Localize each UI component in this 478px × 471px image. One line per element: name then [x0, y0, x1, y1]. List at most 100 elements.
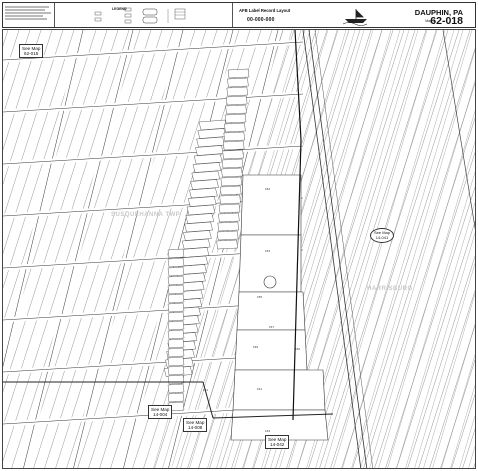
- ship-logo-icon: [341, 6, 371, 26]
- hatch-line: [3, 30, 86, 289]
- parcel-lot: [218, 212, 240, 223]
- hatch-line: [360, 80, 475, 468]
- parcel-lot: [222, 149, 244, 160]
- parcel-lot: [226, 86, 249, 97]
- parcel-lot: [216, 230, 239, 241]
- street-edge: [3, 41, 304, 61]
- parcel-lot: [167, 383, 185, 394]
- parcel-lot: [167, 392, 185, 403]
- parcel-lot: [167, 293, 185, 304]
- hatch-line: [306, 30, 437, 468]
- hatch-line: [33, 30, 174, 468]
- see-map-bottom-center[interactable]: See Map 14-042: [265, 435, 290, 449]
- parcel-lot: [167, 329, 185, 340]
- parcel-lot: [167, 320, 185, 331]
- brand-title: AFB Label Record Layout: [239, 8, 291, 13]
- hatch-line: [3, 30, 31, 116]
- parcel-lot: [224, 122, 246, 133]
- legend-cell: LEGEND: [55, 3, 233, 27]
- hatch-line: [441, 354, 475, 468]
- hatch-line: [315, 30, 446, 468]
- hatch-line: [351, 49, 475, 468]
- parcel-lot: [222, 140, 245, 151]
- hatch-line: [3, 30, 42, 151]
- hatch-line: [3, 30, 9, 47]
- parcel-large: [240, 174, 302, 236]
- parcel-map-canvas: 152 153 155 157 159 161 160 131 163: [3, 30, 475, 468]
- street-edge: [23, 30, 134, 468]
- parcel-lot: [220, 176, 243, 187]
- parcel-lot: [219, 185, 242, 196]
- legend-title: LEGEND: [112, 7, 127, 11]
- map-sheet: LEGEND AFB Label Record Layout 00-000-00…: [0, 0, 478, 471]
- parcel-large: [232, 369, 326, 411]
- parcel-lot: [167, 356, 185, 367]
- parcel-lot: [167, 284, 185, 295]
- disclaimer-text: [3, 3, 54, 23]
- parcel-lot: [167, 266, 185, 277]
- parcel-lot: [221, 158, 244, 169]
- hatch-line: [462, 428, 475, 468]
- see-map-bottom-left-b[interactable]: See Map 14-008: [183, 418, 208, 432]
- title-block: LEGEND AFB Label Record Layout 00-000-00…: [2, 2, 476, 28]
- see-map-top-left[interactable]: See Map 62-015: [19, 44, 44, 58]
- map-number: 62-018: [430, 15, 463, 27]
- see-map-bottom-left-a[interactable]: See Map 14-004: [148, 405, 173, 419]
- parcel-number: 160: [295, 347, 300, 351]
- hatch-line: [423, 293, 475, 468]
- parcel-lot: [167, 347, 185, 358]
- parcel-lot: [221, 167, 243, 178]
- disclaimer-cell: [3, 3, 55, 27]
- parcel-lot: [167, 374, 185, 385]
- parcel-lot: [217, 221, 240, 232]
- watermark-right: HARRISBURG: [367, 286, 413, 292]
- parcel-lot: [225, 104, 247, 115]
- hatch-line: [3, 30, 119, 393]
- parcel-number: 161: [257, 387, 262, 391]
- hatch-line: [468, 445, 475, 468]
- parcel-lot: [167, 275, 185, 286]
- parcel-number: 131: [203, 388, 208, 392]
- hatch-line: [473, 463, 475, 468]
- parcel-lot: [223, 131, 246, 142]
- parcel-lot: [219, 194, 241, 205]
- parcel-lot: [227, 77, 249, 88]
- parcel-number: 159: [253, 345, 258, 349]
- parcel-lot: [225, 95, 248, 106]
- hatch-line: [330, 30, 471, 468]
- parcel-lot: [167, 311, 185, 322]
- parcel-number: 163: [265, 429, 270, 433]
- parcel-lot: [216, 239, 238, 250]
- hatch-line: [3, 30, 20, 81]
- boundary-line: [294, 30, 302, 141]
- brand-code: 00-000-000: [247, 17, 275, 23]
- parcel-lot: [224, 113, 247, 124]
- hatch-line: [387, 171, 475, 468]
- map-frame: 152 153 155 157 159 161 160 131 163 SUSQUEHANNA …: [2, 29, 476, 469]
- hatch-line: [363, 117, 475, 468]
- parcel-lot: [167, 338, 185, 349]
- hatch-line: [3, 30, 97, 323]
- legend-symbols: [94, 7, 186, 24]
- parcel-lot: [227, 68, 250, 79]
- hatch-line: [308, 30, 449, 468]
- hatch-line: [324, 30, 455, 468]
- parcel-lot: [167, 248, 185, 259]
- callout-circle-small: [263, 275, 277, 289]
- hatch-line: [342, 30, 473, 468]
- parcel-number: 157: [269, 325, 274, 329]
- parcel-lot: [167, 365, 185, 376]
- hatch-line: [341, 48, 475, 468]
- parcel-lot: [167, 302, 185, 313]
- hatch-line: [396, 202, 475, 468]
- watermark-left: SUSQUEHANNA TWP: [111, 212, 181, 218]
- hatch-line: [451, 393, 475, 468]
- parcel-number: 153: [265, 249, 270, 253]
- parcel-lot: [167, 257, 185, 268]
- parcel-number: 152: [265, 187, 270, 191]
- hatch-line: [414, 263, 475, 468]
- street-edge: [73, 30, 184, 468]
- hatch-line: [418, 290, 475, 468]
- parcel-lot: [218, 203, 241, 214]
- hatch-line: [396, 221, 475, 468]
